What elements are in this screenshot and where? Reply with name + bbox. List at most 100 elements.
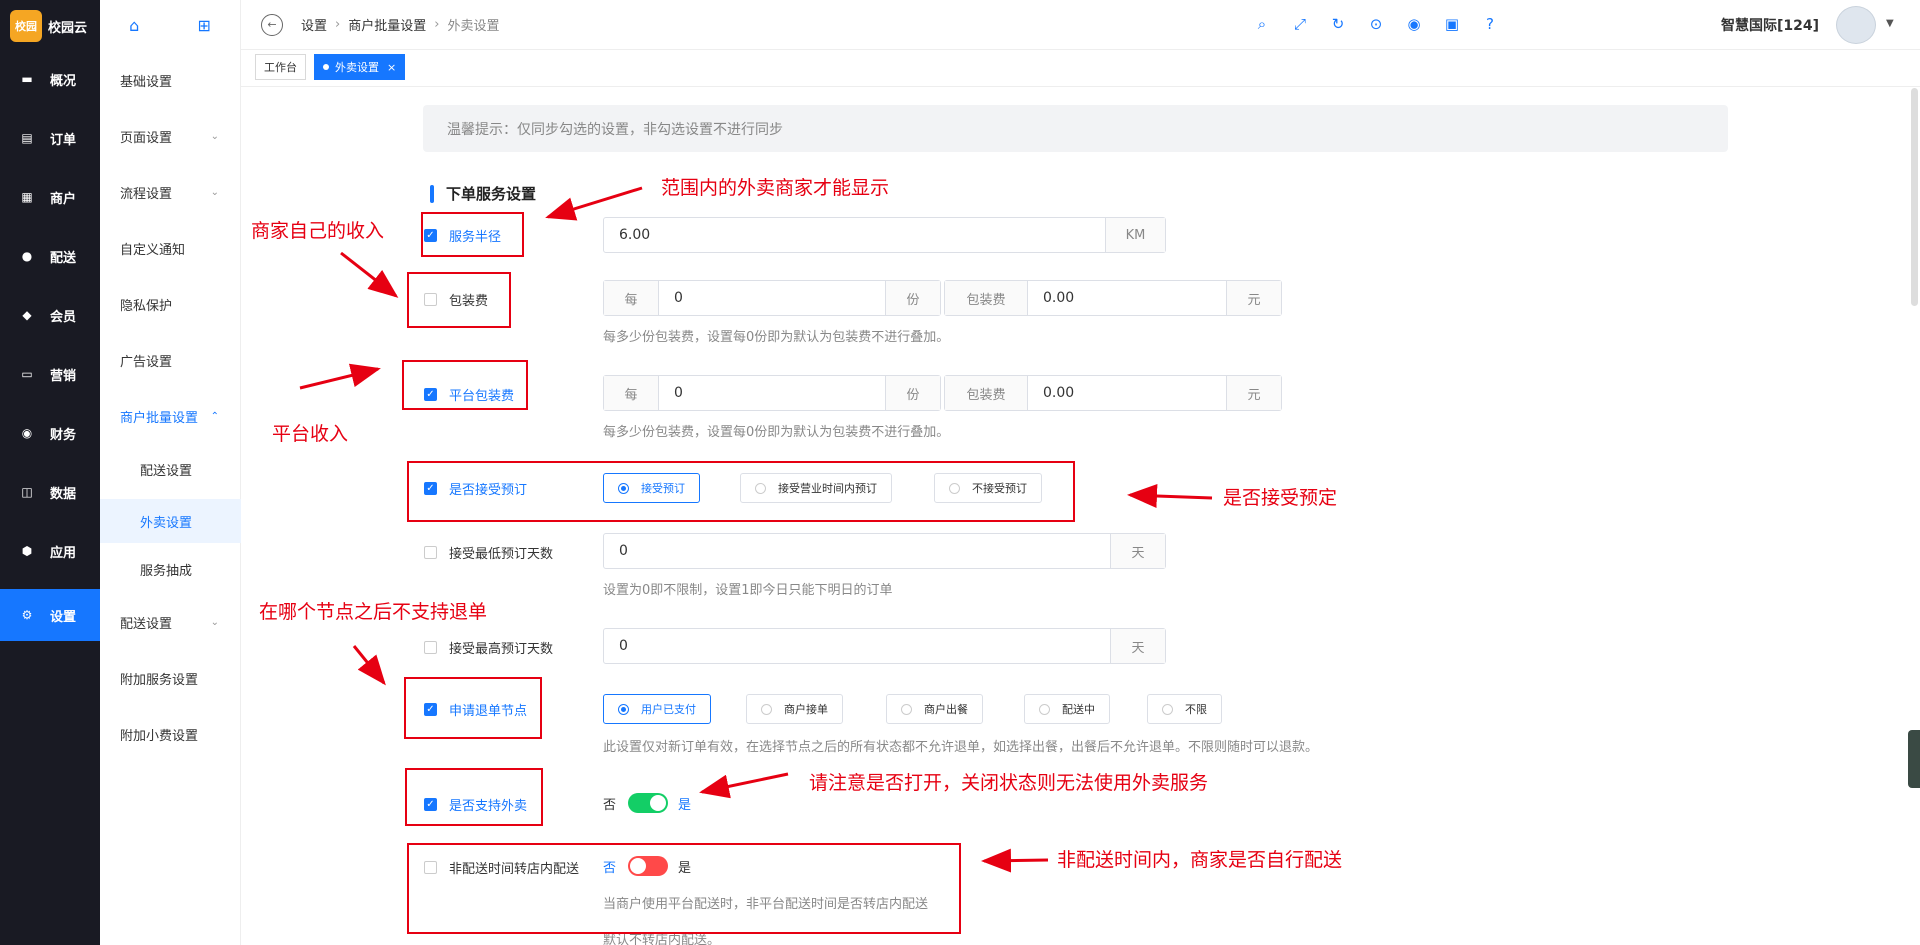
screen-icon[interactable]: ▣ xyxy=(1442,14,1462,34)
chart-icon: ◫ xyxy=(21,485,33,499)
platform-packing-count-input[interactable]: 每0份 xyxy=(603,375,941,411)
radio-refund-unlimited[interactable]: 不限 xyxy=(1147,694,1222,724)
tab-takeout-settings[interactable]: 外卖设置 × xyxy=(314,54,406,80)
chevron-down-icon: ⌄ xyxy=(210,186,219,198)
home-icon[interactable]: ⌂ xyxy=(129,16,139,35)
arrow-line xyxy=(545,186,643,221)
nav-item-marketing[interactable]: ▭ 营销 xyxy=(0,349,100,399)
packing-count-input[interactable]: 每0份 xyxy=(603,280,941,316)
nav-item-finance[interactable]: ◉ 财务 xyxy=(0,408,100,458)
subnav-item-takeout-settings[interactable]: 外卖设置 xyxy=(100,499,241,543)
page-scrollbar[interactable] xyxy=(1911,88,1918,306)
chevron-down-icon: ⌄ xyxy=(210,130,219,142)
arrow-line xyxy=(352,645,386,686)
arrow-line xyxy=(299,363,381,390)
support-takeout-switch[interactable] xyxy=(628,793,669,813)
subnav-item-commission[interactable]: 服务抽成 xyxy=(100,549,241,589)
side-widget-tab[interactable] xyxy=(1908,730,1920,788)
arrow-line xyxy=(340,251,399,298)
layout-icon[interactable]: ⊞ xyxy=(197,16,210,35)
top-bar: ← 设置 › 商户批量设置 › 外卖设置 ⌕ ⤢ ↻ ⊙ ◉ ▣ ? 智慧国际[… xyxy=(241,0,1920,50)
nav-item-orders[interactable]: ▤ 订单 xyxy=(0,113,100,163)
store-icon: ▦ xyxy=(21,190,33,204)
support-takeout-switch-row: 否 是 xyxy=(603,793,691,813)
radio-refund-delivering[interactable]: 配送中 xyxy=(1024,694,1110,724)
subnav-item-basic[interactable]: 基础设置 xyxy=(100,60,241,100)
top-toolbar: ⌕ ⤢ ↻ ⊙ ◉ ▣ ? xyxy=(1234,14,1500,34)
max-reserve-days-input[interactable]: 0天 xyxy=(603,628,1166,664)
ticket-icon: ▭ xyxy=(21,367,33,381)
arrow-line xyxy=(981,848,1049,873)
subnav-item-ads[interactable]: 广告设置 xyxy=(100,340,241,380)
checkbox-max-reserve-days[interactable]: 接受最高预订天数 xyxy=(424,638,553,657)
nav-item-overview[interactable]: ▬ 概况 xyxy=(0,54,100,104)
chevron-up-icon: ⌃ xyxy=(210,410,219,422)
order-icon: ▤ xyxy=(21,131,33,145)
back-icon[interactable]: ← xyxy=(261,13,283,36)
breadcrumb-item[interactable]: 商户批量设置 xyxy=(348,15,426,34)
subnav-item-custom-notice[interactable]: 自定义通知 xyxy=(100,228,241,268)
platform-packing-fee-input[interactable]: 包装费 0.00 元 xyxy=(944,375,1282,411)
packing-fee-hint: 每多少份包装费，设置每0份即为默认为包装费不进行叠加。 xyxy=(603,330,950,345)
caret-down-icon[interactable]: ▼ xyxy=(1886,18,1894,29)
nav-item-members[interactable]: ◆ 会员 xyxy=(0,290,100,340)
nav-item-data[interactable]: ◫ 数据 xyxy=(0,467,100,517)
min-reserve-days-input[interactable]: 0天 xyxy=(603,533,1166,569)
chevron-down-icon: ⌄ xyxy=(210,616,219,628)
nav-item-merchants[interactable]: ▦ 商户 xyxy=(0,172,100,222)
radio-refund-user-paid[interactable]: 用户已支付 xyxy=(603,694,711,724)
subnav-item-merchant-batch[interactable]: 商户批量设置 ⌃ xyxy=(100,396,241,436)
section-title: 下单服务设置 xyxy=(430,183,536,204)
radio-refund-merchant-ready[interactable]: 商户出餐 xyxy=(886,694,983,724)
chevron-circle-icon[interactable]: ⊙ xyxy=(1366,14,1386,34)
tab-bar: 工作台 外卖设置 × xyxy=(241,51,1920,87)
app-logo[interactable]: 校园 校园云 xyxy=(10,10,87,42)
service-radius-input[interactable]: 6.00 KM xyxy=(603,217,1166,253)
chevron-right-icon: › xyxy=(434,17,440,32)
close-icon[interactable]: × xyxy=(387,61,396,74)
eye-icon[interactable]: ◉ xyxy=(1404,14,1424,34)
annotation-box xyxy=(405,768,543,826)
subnav-item-delivery-settings[interactable]: 配送设置 xyxy=(100,449,241,489)
breadcrumb-current: 外卖设置 xyxy=(447,19,500,34)
min-reserve-days-hint: 设置为0即不限制，设置1即今日只能下明日的订单 xyxy=(603,583,893,598)
packing-fee-input[interactable]: 包装费 0.00 元 xyxy=(944,280,1282,316)
annotation-reserve: 是否接受预定 xyxy=(1223,487,1338,509)
subnav-item-privacy[interactable]: 隐私保护 xyxy=(100,284,241,324)
breadcrumb: 设置 › 商户批量设置 › 外卖设置 xyxy=(301,15,499,34)
fullscreen-icon[interactable]: ⤢ xyxy=(1290,14,1310,34)
chevron-right-icon: › xyxy=(335,17,341,32)
active-dot-icon xyxy=(323,64,329,70)
subnav-item-page[interactable]: 页面设置 ⌄ xyxy=(100,116,241,156)
nav-item-apps[interactable]: ⬢ 应用 xyxy=(0,526,100,576)
tab-workbench[interactable]: 工作台 xyxy=(255,54,306,80)
checkbox-min-reserve-days[interactable]: 接受最低预订天数 xyxy=(424,543,553,562)
search-icon[interactable]: ⌕ xyxy=(1252,14,1272,34)
refresh-icon[interactable]: ↻ xyxy=(1328,14,1348,34)
radio-refund-merchant-accept[interactable]: 商户接单 xyxy=(746,694,843,724)
annotation-box xyxy=(404,677,542,739)
subnav-toolbar: ⌂ ⊞ xyxy=(100,0,240,50)
annotation-refund: 在哪个节点之后不支持退单 xyxy=(259,601,488,623)
refund-node-hint: 此设置仅对新订单有效，在选择节点之后的所有状态都不允许退单，如选择出餐，出餐后不… xyxy=(603,740,1319,755)
arrow-line xyxy=(1127,483,1213,508)
subnav-item-process[interactable]: 流程设置 ⌄ xyxy=(100,172,241,212)
user-name[interactable]: 智慧国际[124] xyxy=(1721,15,1819,35)
nav-item-settings[interactable]: ⚙ 设置 xyxy=(0,589,100,641)
annotation-self-delivery: 非配送时间内，商家是否自行配送 xyxy=(1057,849,1343,871)
annotation-merchant-income: 商家自己的收入 xyxy=(251,220,385,242)
breadcrumb-item[interactable]: 设置 xyxy=(301,15,327,34)
avatar[interactable] xyxy=(1836,6,1876,44)
subnav-item-extra-service[interactable]: 附加服务设置 xyxy=(100,658,241,698)
subnav-item-extra-tip[interactable]: 附加小费设置 xyxy=(100,714,241,754)
monitor-icon: ▬ xyxy=(21,72,33,86)
delivery-icon: ● xyxy=(21,249,33,263)
nav-item-delivery[interactable]: ● 配送 xyxy=(0,231,100,281)
money-icon: ◉ xyxy=(21,426,33,440)
cube-icon: ⬢ xyxy=(21,544,33,558)
subnav-item-delivery[interactable]: 配送设置 ⌄ xyxy=(100,602,241,642)
help-icon[interactable]: ? xyxy=(1480,14,1500,34)
arrow-line xyxy=(699,772,789,799)
annotation-box xyxy=(407,272,511,328)
settings-subnav: ⌂ ⊞ 基础设置 页面设置 ⌄ 流程设置 ⌄ 自定义通知 隐私保护 广告设置 商户批… xyxy=(100,0,241,945)
